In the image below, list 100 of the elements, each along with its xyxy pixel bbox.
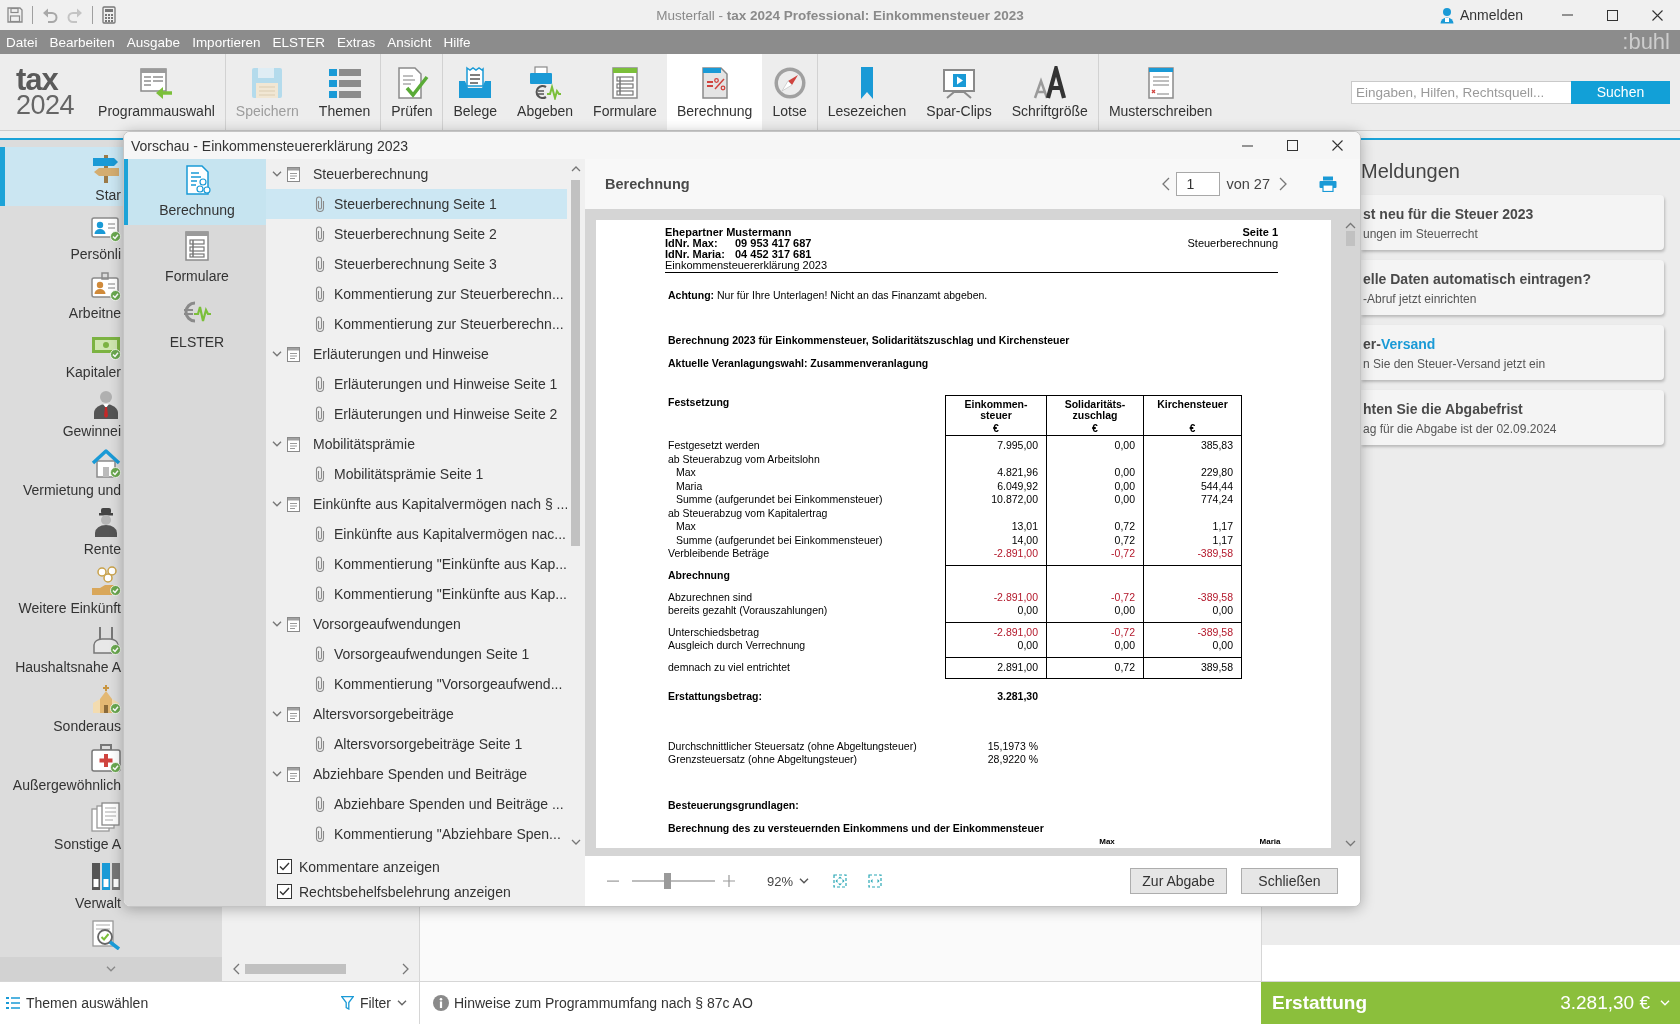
tree-item[interactable]: Erläuterungen und Hinweise Seite 2 bbox=[266, 399, 567, 429]
sidebar-item[interactable]: Vermietung und bbox=[0, 442, 123, 501]
paperclip-icon bbox=[315, 796, 325, 812]
tree-item[interactable]: Abziehbare Spenden und Beiträge bbox=[266, 759, 567, 789]
maximize-icon[interactable] bbox=[1607, 9, 1618, 21]
toolbar-button[interactable]: Berechnung bbox=[666, 54, 763, 130]
topics-button[interactable]: Themen auswählen bbox=[6, 995, 149, 1011]
sidebar-item[interactable]: Verwalt bbox=[0, 855, 123, 914]
nav-item[interactable]: ELSTER bbox=[124, 291, 266, 357]
message-card[interactable]: er-Versand n Sie den Steuer-Versand jetzt ein bbox=[1361, 325, 1664, 380]
fit-page-icon[interactable] bbox=[833, 874, 848, 888]
calculator-icon[interactable] bbox=[102, 6, 116, 24]
undo-icon[interactable] bbox=[42, 7, 58, 23]
toolbar-button[interactable]: Spar-Clips bbox=[916, 54, 1002, 130]
toolbar-button[interactable]: Abgeben bbox=[507, 54, 584, 130]
checkbox[interactable] bbox=[277, 884, 292, 899]
checkbox[interactable] bbox=[277, 859, 292, 874]
fit-width-icon[interactable] bbox=[868, 874, 883, 888]
tree-item[interactable]: Einkünfte aus Kapitalvermögen nach § ... bbox=[266, 489, 567, 519]
sidebar-item[interactable]: Weitere Einkünft bbox=[0, 560, 123, 619]
checkbox-label[interactable]: Rechtsbehelfsbelehrung anzeigen bbox=[299, 883, 511, 900]
message-card[interactable]: elle Daten automatisch eintragen? -Abruf jetzt einrichten bbox=[1361, 260, 1664, 315]
tree-item[interactable]: Mobilitätsprämie bbox=[266, 429, 567, 459]
sidebar-item[interactable]: Star bbox=[0, 147, 123, 206]
toolbar-button[interactable]: Lesezeichen bbox=[817, 54, 917, 130]
tree-item[interactable]: Kommentierung "Einkünfte aus Kap... bbox=[266, 549, 567, 579]
checkbox-label[interactable]: Kommentare anzeigen bbox=[299, 858, 440, 875]
tree-item[interactable]: Mobilitätsprämie Seite 1 bbox=[266, 459, 567, 489]
amount-cell-text: -389,58 bbox=[1196, 547, 1234, 561]
sidebar-item[interactable]: Gewinnei bbox=[0, 383, 123, 442]
toolbar-button[interactable]: Musterschreiben bbox=[1098, 54, 1223, 130]
tree-item[interactable]: Kommentierung zur Steuerberechn... bbox=[266, 309, 567, 339]
nav-item[interactable]: Berechnung bbox=[124, 159, 266, 225]
tree-item[interactable]: Kommentierung zur Steuerberechn... bbox=[266, 279, 567, 309]
chevron-down-icon[interactable] bbox=[272, 711, 282, 717]
sidebar-item[interactable]: Rente bbox=[0, 501, 123, 560]
chevron-right-icon[interactable] bbox=[1279, 177, 1287, 191]
sidebar-item[interactable]: Sonderaus bbox=[0, 678, 123, 737]
row-label: Summe (aufgerundet bei Einkommensteuer) bbox=[675, 493, 884, 507]
chevron-left-icon[interactable] bbox=[1162, 177, 1171, 191]
rate-value: 15,1973 % bbox=[986, 740, 1039, 753]
chevron-down-icon[interactable] bbox=[272, 771, 282, 777]
tree-item[interactable]: Erläuterungen und Hinweise bbox=[266, 339, 567, 369]
save-icon[interactable] bbox=[7, 7, 23, 23]
tree-item[interactable]: Altersvorsorgebeiträge Seite 1 bbox=[266, 729, 567, 759]
toolbar-button[interactable]: Formulare bbox=[583, 54, 667, 130]
tree-item[interactable]: Vorsorgeaufwendungen Seite 1 bbox=[266, 639, 567, 669]
sidebar-item[interactable]: Sonstige A bbox=[0, 796, 123, 855]
amount-cell-text: 0,00 bbox=[1211, 639, 1234, 653]
toolbar-button[interactable]: Lotse bbox=[762, 54, 817, 130]
sidebar-item[interactable]: Arbeitne bbox=[0, 265, 123, 324]
printer-euro-icon bbox=[528, 66, 563, 100]
zoom-dropdown[interactable]: 92% bbox=[767, 873, 810, 889]
chevron-down-icon[interactable] bbox=[272, 501, 282, 507]
chevron-down-icon[interactable] bbox=[272, 441, 282, 447]
tree-item[interactable]: Einkünfte aus Kapitalvermögen nac... bbox=[266, 519, 567, 549]
sidebar-item[interactable]: Persönli bbox=[0, 206, 123, 265]
chevron-down-icon[interactable] bbox=[272, 171, 282, 177]
nav-item[interactable]: Formulare bbox=[124, 225, 266, 291]
chevron-down-icon[interactable] bbox=[272, 621, 282, 627]
chevron-down-icon[interactable] bbox=[272, 351, 282, 357]
tree-item[interactable]: Steuerberechnung Seite 2 bbox=[266, 219, 567, 249]
message-card[interactable]: st neu für die Steuer 2023 ungen im Steuerrecht bbox=[1361, 195, 1664, 250]
zoom-in-icon[interactable] bbox=[723, 875, 735, 887]
close-icon[interactable] bbox=[1652, 9, 1663, 21]
tree-item[interactable]: Kommentierung "Abziehbare Spen... bbox=[266, 819, 567, 849]
message-card[interactable]: hten Sie die Abgabefrist ag für die Abgabe ist der 02.09.2024 bbox=[1361, 390, 1664, 445]
column-header: Maria bbox=[1258, 837, 1282, 846]
toolbar-button[interactable]: Schriftgröße bbox=[1001, 54, 1098, 130]
dialog-button[interactable]: Zur Abgabe bbox=[1130, 868, 1227, 894]
search-field[interactable]: Eingaben, Hilfen, Rechtsquell... bbox=[1351, 80, 1571, 104]
tree-item[interactable]: Kommentierung "Vorsorgeaufwend... bbox=[266, 669, 567, 699]
rate-label: Durchschnittlicher Steuersatz (ohne Abgeltungsteuer) bbox=[668, 740, 918, 753]
tree-item[interactable]: Steuerberechnung bbox=[266, 159, 567, 189]
tree-item[interactable]: Steuerberechnung Seite 3 bbox=[266, 249, 567, 279]
dialog-button[interactable]: Schließen bbox=[1241, 868, 1338, 894]
sidebar-item[interactable]: Außergewöhnlich bbox=[0, 737, 123, 796]
sidebar-item[interactable]: Haushaltsnahe A bbox=[0, 619, 123, 678]
filter-button[interactable]: Filter bbox=[340, 995, 407, 1011]
tree-item[interactable]: Kommentierung "Einkünfte aus Kap... bbox=[266, 579, 567, 609]
minimize-icon[interactable] bbox=[1242, 144, 1253, 147]
maximize-icon[interactable] bbox=[1287, 140, 1298, 151]
tree-item[interactable]: Erläuterungen und Hinweise Seite 1 bbox=[266, 369, 567, 399]
tree-item[interactable]: Abziehbare Spenden und Beiträge ... bbox=[266, 789, 567, 819]
toolbar-button[interactable]: Prüfen bbox=[381, 54, 443, 130]
login-link[interactable]: Anmelden bbox=[1439, 6, 1523, 24]
tree-item[interactable]: Altersvorsorgebeiträge bbox=[266, 699, 567, 729]
sidebar-item[interactable]: Kapitaler bbox=[0, 324, 123, 383]
tree-item[interactable]: Vorsorgeaufwendungen bbox=[266, 609, 567, 639]
section-label: Abrechnung bbox=[668, 568, 731, 583]
tree-item[interactable]: Steuerberechnung Seite 1 bbox=[266, 189, 567, 219]
form-document-icon bbox=[182, 231, 212, 261]
slider-thumb[interactable] bbox=[663, 873, 671, 889]
page-input[interactable]: 1 bbox=[1176, 172, 1221, 196]
print-icon[interactable] bbox=[1319, 176, 1337, 192]
close-icon[interactable] bbox=[1332, 140, 1343, 151]
toolbar-button[interactable]: Programmauswahl bbox=[88, 54, 225, 130]
hint-link[interactable]: Hinweise zum Programmumfang nach § 87c AO bbox=[454, 995, 753, 1011]
toolbar-button[interactable]: Belege bbox=[443, 54, 508, 130]
toolbar-button[interactable]: Themen bbox=[308, 54, 381, 130]
